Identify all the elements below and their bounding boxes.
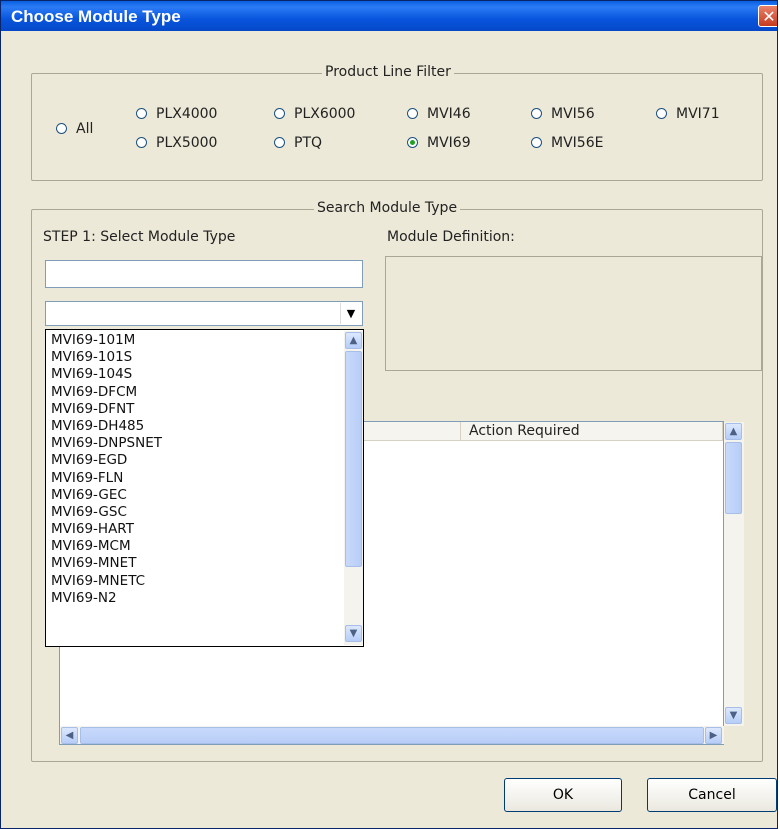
dropdown-item[interactable]: MVI69-MNET xyxy=(48,555,344,572)
vertical-scroll-thumb[interactable] xyxy=(725,442,742,514)
radio-label: PLX6000 xyxy=(294,106,356,122)
radio-circle xyxy=(56,123,67,134)
list-horizontal-scrollbar[interactable]: ◀ ▶ xyxy=(60,726,724,744)
radio-circle xyxy=(531,137,542,148)
scroll-up-icon[interactable]: ▲ xyxy=(725,423,742,440)
dropdown-item[interactable]: MVI69-N2 xyxy=(48,590,344,607)
dropdown-item[interactable]: MVI69-DNPSNET xyxy=(48,435,344,452)
radio-circle xyxy=(136,137,147,148)
dropdown-item[interactable]: MVI69-HART xyxy=(48,521,344,538)
scroll-right-icon[interactable]: ▶ xyxy=(705,727,722,744)
radio-label: MVI46 xyxy=(427,106,471,122)
dropdown-item[interactable]: MVI69-DH485 xyxy=(48,418,344,435)
dropdown-item[interactable]: MVI69-MNETC xyxy=(48,573,344,590)
radio-circle xyxy=(274,108,285,119)
radio-circle xyxy=(136,108,147,119)
dropdown-item[interactable]: MVI69-MCM xyxy=(48,538,344,555)
dropdown-item[interactable]: MVI69-101S xyxy=(48,349,344,366)
radio-label: MVI71 xyxy=(676,106,720,122)
radio-label: MVI56 xyxy=(551,106,595,122)
scroll-down-icon[interactable]: ▼ xyxy=(725,707,742,724)
dropdown-scroll-thumb[interactable] xyxy=(345,351,362,567)
list-vertical-scrollbar[interactable]: ▲ ▼ xyxy=(724,422,744,726)
dropdown-vertical-scrollbar[interactable]: ▲ ▼ xyxy=(344,331,363,645)
dropdown-item[interactable]: MVI69-FLN xyxy=(48,470,344,487)
radio-circle xyxy=(407,108,418,119)
dropdown-item[interactable]: MVI69-DFNT xyxy=(48,401,344,418)
dropdown-item[interactable]: MVI69-101M xyxy=(48,332,344,349)
module-definition-box xyxy=(385,256,762,371)
module-type-combobox[interactable]: ▼ xyxy=(45,301,363,326)
module-type-dropdown-list[interactable]: MVI69-101M MVI69-101S MVI69-104S MVI69-DFCM… xyxy=(45,329,364,647)
dropdown-item[interactable]: MVI69-GEC xyxy=(48,487,344,504)
cancel-button[interactable]: Cancel xyxy=(647,778,777,812)
scroll-up-icon[interactable]: ▲ xyxy=(345,332,362,349)
radio-circle xyxy=(531,108,542,119)
dropdown-item[interactable]: MVI69-DFCM xyxy=(48,384,344,401)
radio-circle xyxy=(274,137,285,148)
module-definition-label: Module Definition: xyxy=(387,229,515,245)
search-input[interactable] xyxy=(45,260,363,288)
radio-label: MVI69 xyxy=(427,135,471,151)
step1-label: STEP 1: Select Module Type xyxy=(43,229,236,245)
title-bar[interactable]: Choose Module Type ✕ xyxy=(1,1,777,31)
horizontal-scroll-thumb[interactable] xyxy=(80,727,704,744)
radio-label: MVI56E xyxy=(551,135,604,151)
chevron-down-icon[interactable]: ▼ xyxy=(340,303,361,324)
close-icon[interactable]: ✕ xyxy=(758,5,777,27)
product-line-filter-legend: Product Line Filter xyxy=(322,64,454,80)
dropdown-item[interactable]: MVI69-GSC xyxy=(48,504,344,521)
scroll-down-icon[interactable]: ▼ xyxy=(345,625,362,642)
window-title: Choose Module Type xyxy=(11,7,181,26)
product-line-filter-group xyxy=(31,73,763,181)
dropdown-item[interactable]: MVI69-104S xyxy=(48,366,344,383)
choose-module-type-dialog: Choose Module Type ✕ Product Line Filter… xyxy=(0,0,778,829)
dropdown-item[interactable]: MVI69-EGD xyxy=(48,452,344,469)
column-header-action-required[interactable]: Action Required xyxy=(461,422,723,440)
radio-label: All xyxy=(76,121,94,137)
ok-button[interactable]: OK xyxy=(504,778,622,812)
radio-label: PLX5000 xyxy=(156,135,218,151)
scroll-left-icon[interactable]: ◀ xyxy=(61,727,78,744)
radio-circle-checked xyxy=(407,137,418,148)
radio-label: PTQ xyxy=(294,135,323,151)
dropdown-items: MVI69-101M MVI69-101S MVI69-104S MVI69-DFCM… xyxy=(48,332,344,607)
search-module-type-legend: Search Module Type xyxy=(314,200,461,216)
radio-circle xyxy=(656,108,667,119)
radio-label: PLX4000 xyxy=(156,106,218,122)
